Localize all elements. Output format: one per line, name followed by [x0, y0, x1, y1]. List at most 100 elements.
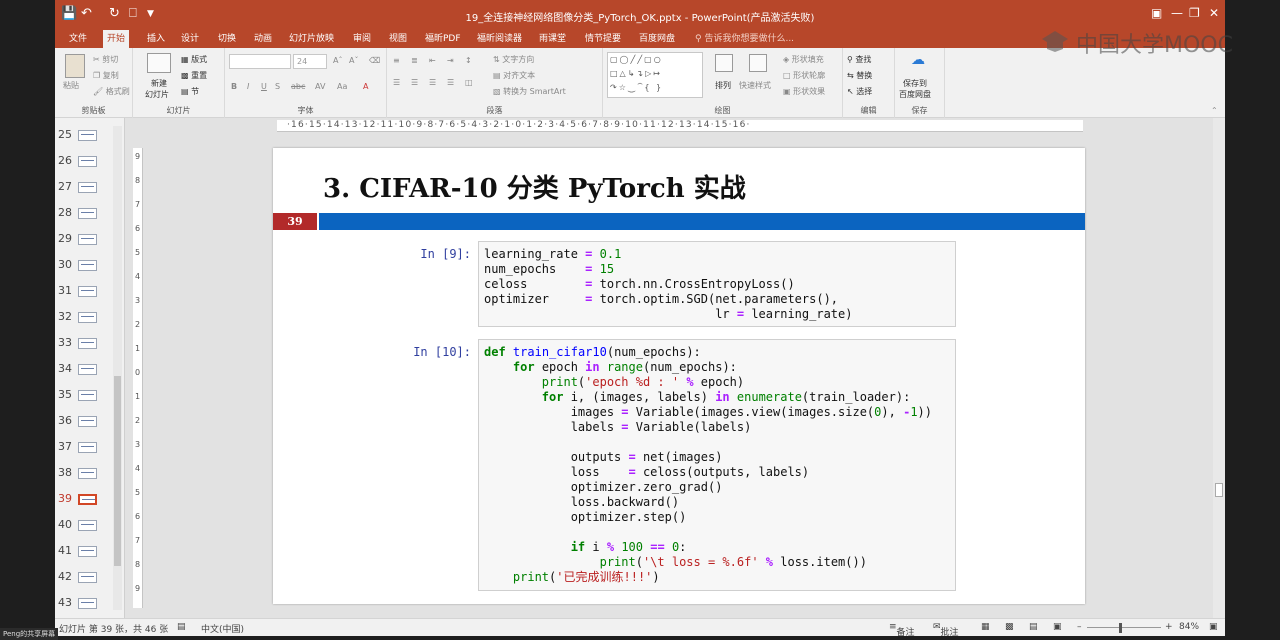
text-direction-button[interactable]: ⇅ 文字方向 — [493, 54, 534, 65]
italic-icon[interactable]: I — [247, 82, 249, 91]
code-cell-10[interactable]: def train_cifar10(num_epochs): for epoch… — [478, 339, 956, 591]
tell-me-search[interactable]: ⚲ 告诉我你想要做什么... — [695, 30, 794, 48]
slide-title[interactable]: 3. CIFAR-10 分类 PyTorch 实战 — [323, 168, 746, 205]
justify-icon[interactable]: ☰ — [447, 78, 454, 87]
smartart-button[interactable]: ▧ 转换为 SmartArt — [493, 86, 566, 97]
slide-thumbnail-number: 34 — [58, 362, 72, 375]
shadow-icon[interactable]: S — [275, 82, 280, 91]
shape-outline-button[interactable]: □ 形状轮廓 — [783, 70, 825, 81]
clear-format-icon[interactable]: ⌫ — [369, 56, 380, 65]
reading-view-icon[interactable]: ▤ — [1029, 622, 1038, 632]
paste-icon[interactable] — [65, 54, 85, 78]
char-spacing-icon[interactable]: AV — [315, 82, 325, 91]
tab-insert[interactable]: 插入 — [143, 30, 169, 48]
shrink-font-icon[interactable]: Aˇ — [349, 56, 358, 65]
replace-button[interactable]: ⇆ 替换 — [847, 70, 872, 81]
section-button[interactable]: ▤ 节 — [181, 86, 199, 97]
arrange-icon[interactable] — [715, 54, 733, 72]
ribbon-home: 粘贴 ✂ 剪切 ❐ 复制 🖌 格式刷 剪贴板 新建 幻灯片 ▦ 版式 ▩ 重置 … — [55, 48, 1225, 118]
zoom-slider-thumb[interactable] — [1119, 623, 1122, 633]
font-size-box[interactable]: 24 — [293, 54, 327, 69]
reset-button[interactable]: ▩ 重置 — [181, 70, 207, 81]
scrollbar-thumb[interactable] — [1215, 483, 1223, 497]
tab-transitions[interactable]: 切换 — [214, 30, 240, 48]
slide-thumbnail-preview — [78, 182, 97, 193]
notes-button[interactable]: ≡ 备注 — [889, 622, 915, 636]
bold-icon[interactable]: B — [231, 82, 237, 91]
tab-baidu-pan[interactable]: 百度网盘 — [635, 30, 679, 48]
tab-animations[interactable]: 动画 — [250, 30, 276, 48]
new-slide-label-1[interactable]: 新建 — [151, 78, 167, 89]
paste-label[interactable]: 粘贴 — [63, 80, 79, 91]
normal-view-icon[interactable]: ▦ — [981, 622, 990, 632]
slide-canvas[interactable]: 3. CIFAR-10 分类 PyTorch 实战 39 In [9]: lea… — [273, 148, 1085, 604]
align-left-icon[interactable]: ☰ — [393, 78, 400, 87]
thumbnails-scrollbar-thumb[interactable] — [114, 376, 121, 566]
quick-styles-icon[interactable] — [749, 54, 767, 72]
shape-fill-button[interactable]: ◈ 形状填充 — [783, 54, 824, 65]
baidu-cloud-icon[interactable]: ☁ — [911, 52, 925, 68]
new-slide-icon[interactable] — [147, 53, 171, 73]
save-to-label-2[interactable]: 百度网盘 — [899, 89, 931, 100]
slideshow-view-icon[interactable]: ▣ — [1053, 622, 1062, 632]
shapes-gallery[interactable]: ▢◯╱╱▢○ □△↳↴▷↦ ↷☆⏝⏞{ } — [607, 52, 703, 98]
tell-me-text: 告诉我你想要做什么... — [704, 34, 795, 44]
ribbon-display-icon[interactable]: ▣ — [1151, 6, 1162, 20]
grow-font-icon[interactable]: Aˆ — [333, 56, 342, 65]
numbering-icon[interactable]: ≣ — [411, 56, 418, 65]
zoom-slider[interactable] — [1087, 627, 1161, 628]
arrange-label[interactable]: 排列 — [715, 80, 731, 91]
change-case-icon[interactable]: Aa — [337, 82, 347, 91]
restore-icon[interactable]: ❐ — [1189, 6, 1200, 20]
columns-icon[interactable]: ◫ — [465, 78, 473, 87]
code-cell-9[interactable]: learning_rate = 0.1 num_epochs = 15 celo… — [478, 241, 956, 327]
tab-view[interactable]: 视图 — [385, 30, 411, 48]
tab-slideshow[interactable]: 幻灯片放映 — [285, 30, 338, 48]
tab-file[interactable]: 文件 — [65, 30, 91, 48]
tab-foxit-reader[interactable]: 福昕阅读器 — [473, 30, 526, 48]
vertical-ruler-tick: 4 — [135, 464, 141, 473]
layout-button[interactable]: ▦ 版式 — [181, 54, 207, 65]
shape-effects-button[interactable]: ▣ 形状效果 — [783, 86, 825, 97]
select-button[interactable]: ↖ 选择 — [847, 86, 872, 97]
copy-button[interactable]: ❐ 复制 — [93, 70, 119, 81]
vertical-ruler-tick: 4 — [135, 272, 141, 281]
cut-button[interactable]: ✂ 剪切 — [93, 54, 118, 65]
underline-icon[interactable]: U — [261, 82, 267, 91]
tab-review[interactable]: 审阅 — [349, 30, 375, 48]
increase-indent-icon[interactable]: ⇥ — [447, 56, 454, 65]
find-button[interactable]: ⚲ 查找 — [847, 54, 871, 65]
tab-design[interactable]: 设计 — [177, 30, 203, 48]
close-icon[interactable]: ✕ — [1209, 6, 1219, 20]
mooc-watermark-text: 中国大学MOOC — [1076, 33, 1233, 58]
line-spacing-icon[interactable]: ↕ — [465, 56, 472, 65]
quick-styles-label[interactable]: 快速样式 — [739, 80, 771, 91]
tab-storyboard[interactable]: 情节提要 — [581, 30, 625, 48]
strikethrough-icon[interactable]: abc — [291, 82, 305, 91]
tab-foxit-pdf[interactable]: 福昕PDF — [421, 30, 465, 48]
tab-home[interactable]: 开始 — [103, 30, 130, 48]
align-center-icon[interactable]: ☰ — [411, 78, 418, 87]
thumbnails-scrollbar[interactable] — [113, 126, 122, 610]
align-text-button[interactable]: ▤ 对齐文本 — [493, 70, 535, 81]
align-right-icon[interactable]: ☰ — [429, 78, 436, 87]
format-painter-button[interactable]: 🖌 格式刷 — [93, 86, 130, 97]
comments-button[interactable]: ✉ 批注 — [933, 622, 959, 636]
zoom-in-icon[interactable]: + — [1165, 622, 1173, 632]
new-slide-label-2[interactable]: 幻灯片 — [145, 89, 169, 100]
collapse-ribbon-icon[interactable]: ⌃ — [1211, 106, 1218, 115]
bullets-icon[interactable]: ≡ — [393, 56, 400, 65]
tab-rain-classroom[interactable]: 雨课堂 — [535, 30, 570, 48]
slide-sorter-icon[interactable]: ▩ — [1005, 622, 1014, 632]
font-color-icon[interactable]: A — [363, 82, 368, 91]
zoom-out-icon[interactable]: – — [1077, 622, 1082, 632]
font-name-box[interactable] — [229, 54, 291, 69]
zoom-level[interactable]: 84% — [1179, 622, 1199, 632]
vertical-scrollbar[interactable] — [1213, 118, 1225, 618]
spellcheck-icon[interactable]: ▤ — [177, 622, 186, 632]
save-to-label-1[interactable]: 保存到 — [903, 78, 927, 89]
minimize-icon[interactable]: — — [1171, 6, 1183, 20]
fit-to-window-icon[interactable]: ▣ — [1209, 622, 1218, 632]
decrease-indent-icon[interactable]: ⇤ — [429, 56, 436, 65]
language-indicator[interactable]: 中文(中国) — [201, 622, 244, 635]
